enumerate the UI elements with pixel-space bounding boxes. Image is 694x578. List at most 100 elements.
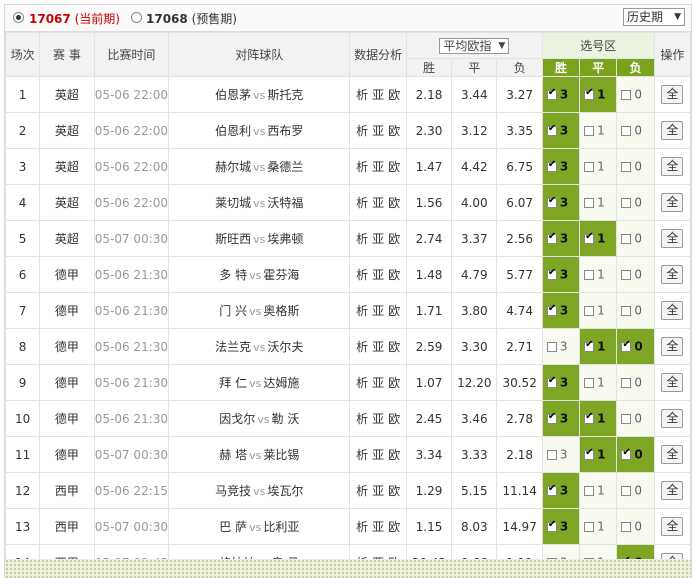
- analysis-link-ya[interactable]: 亚: [372, 376, 384, 390]
- pick-draw[interactable]: 1: [580, 293, 617, 329]
- current-period-radio[interactable]: [13, 12, 24, 23]
- select-all-button[interactable]: 全: [661, 265, 683, 284]
- pick-lose[interactable]: 0: [617, 329, 654, 365]
- analysis-link-ou[interactable]: 欧: [388, 376, 400, 390]
- home-team[interactable]: 伯恩利: [215, 124, 251, 138]
- pick-win[interactable]: 3: [542, 365, 579, 401]
- pick-lose[interactable]: 0: [617, 365, 654, 401]
- pick-draw[interactable]: 1: [580, 401, 617, 437]
- pick-draw[interactable]: 1: [580, 257, 617, 293]
- analysis-link-ya[interactable]: 亚: [372, 196, 384, 210]
- checkbox-icon[interactable]: [621, 234, 631, 244]
- select-all-button[interactable]: 全: [661, 481, 683, 500]
- away-team[interactable]: 霍芬海: [263, 268, 299, 282]
- home-team[interactable]: 巴 萨: [219, 520, 247, 534]
- analysis-link-ya[interactable]: 亚: [372, 448, 384, 462]
- checkbox-icon[interactable]: [584, 306, 594, 316]
- checkbox-icon[interactable]: [621, 486, 631, 496]
- analysis-link-ya[interactable]: 亚: [372, 160, 384, 174]
- analysis-link-xi[interactable]: 析: [356, 124, 368, 138]
- select-all-button[interactable]: 全: [661, 121, 683, 140]
- analysis-link-xi[interactable]: 析: [356, 484, 368, 498]
- pick-lose[interactable]: 0: [617, 509, 654, 545]
- analysis-link-xi[interactable]: 析: [356, 376, 368, 390]
- analysis-link-ya[interactable]: 亚: [372, 304, 384, 318]
- analysis-link-ya[interactable]: 亚: [372, 412, 384, 426]
- checkbox-icon[interactable]: [547, 486, 557, 496]
- checkbox-icon[interactable]: [584, 234, 594, 244]
- pick-lose[interactable]: 0: [617, 293, 654, 329]
- checkbox-icon[interactable]: [621, 198, 631, 208]
- checkbox-icon[interactable]: [584, 486, 594, 496]
- analysis-link-xi[interactable]: 析: [356, 520, 368, 534]
- analysis-link-ya[interactable]: 亚: [372, 88, 384, 102]
- select-all-button[interactable]: 全: [661, 337, 683, 356]
- pick-draw[interactable]: 1: [580, 329, 617, 365]
- pick-lose[interactable]: 0: [617, 221, 654, 257]
- home-team[interactable]: 法兰克: [215, 340, 251, 354]
- home-team[interactable]: 莱切城: [215, 196, 251, 210]
- checkbox-icon[interactable]: [584, 450, 594, 460]
- analysis-link-ou[interactable]: 欧: [388, 196, 400, 210]
- analysis-link-ya[interactable]: 亚: [372, 520, 384, 534]
- analysis-link-ou[interactable]: 欧: [388, 124, 400, 138]
- analysis-link-ya[interactable]: 亚: [372, 340, 384, 354]
- select-all-button[interactable]: 全: [661, 517, 683, 536]
- away-team[interactable]: 达姆施: [263, 376, 299, 390]
- checkbox-icon[interactable]: [584, 342, 594, 352]
- checkbox-icon[interactable]: [547, 234, 557, 244]
- away-team[interactable]: 埃瓦尔: [267, 484, 303, 498]
- analysis-link-ou[interactable]: 欧: [388, 340, 400, 354]
- checkbox-icon[interactable]: [584, 270, 594, 280]
- select-all-button[interactable]: 全: [661, 373, 683, 392]
- current-period-option[interactable]: 17067 (当前期): [29, 10, 120, 27]
- checkbox-icon[interactable]: [621, 378, 631, 388]
- analysis-link-xi[interactable]: 析: [356, 88, 368, 102]
- pick-win[interactable]: 3: [542, 473, 579, 509]
- pick-draw[interactable]: 1: [580, 185, 617, 221]
- analysis-link-ou[interactable]: 欧: [388, 88, 400, 102]
- analysis-link-xi[interactable]: 析: [356, 232, 368, 246]
- analysis-link-xi[interactable]: 析: [356, 448, 368, 462]
- checkbox-icon[interactable]: [547, 378, 557, 388]
- presale-period-radio[interactable]: [131, 12, 142, 23]
- analysis-link-ya[interactable]: 亚: [372, 268, 384, 282]
- pick-draw[interactable]: 1: [580, 77, 617, 113]
- away-team[interactable]: 沃特福: [267, 196, 303, 210]
- checkbox-icon[interactable]: [584, 414, 594, 424]
- pick-win[interactable]: 3: [542, 77, 579, 113]
- pick-lose[interactable]: 0: [617, 185, 654, 221]
- home-team[interactable]: 马竞技: [215, 484, 251, 498]
- checkbox-icon[interactable]: [547, 306, 557, 316]
- analysis-link-xi[interactable]: 析: [356, 340, 368, 354]
- odds-type-select[interactable]: 平均欧指 ▼: [439, 38, 509, 54]
- analysis-link-ou[interactable]: 欧: [388, 232, 400, 246]
- home-team[interactable]: 因戈尔: [219, 412, 255, 426]
- away-team[interactable]: 勒 沃: [272, 412, 300, 426]
- analysis-link-ou[interactable]: 欧: [388, 484, 400, 498]
- checkbox-icon[interactable]: [621, 306, 631, 316]
- analysis-link-ou[interactable]: 欧: [388, 160, 400, 174]
- checkbox-icon[interactable]: [584, 522, 594, 532]
- checkbox-icon[interactable]: [621, 342, 631, 352]
- select-all-button[interactable]: 全: [661, 85, 683, 104]
- history-period-select[interactable]: 历史期 ▼: [623, 8, 685, 26]
- home-team[interactable]: 斯旺西: [215, 232, 251, 246]
- analysis-link-xi[interactable]: 析: [356, 412, 368, 426]
- checkbox-icon[interactable]: [547, 162, 557, 172]
- home-team[interactable]: 拜 仁: [219, 376, 247, 390]
- analysis-link-ya[interactable]: 亚: [372, 232, 384, 246]
- home-team[interactable]: 多 特: [219, 268, 247, 282]
- pick-draw[interactable]: 1: [580, 365, 617, 401]
- checkbox-icon[interactable]: [584, 162, 594, 172]
- checkbox-icon[interactable]: [547, 522, 557, 532]
- away-team[interactable]: 埃弗顿: [267, 232, 303, 246]
- checkbox-icon[interactable]: [621, 450, 631, 460]
- pick-win[interactable]: 3: [542, 221, 579, 257]
- analysis-link-xi[interactable]: 析: [356, 196, 368, 210]
- away-team[interactable]: 斯托克: [267, 88, 303, 102]
- pick-win[interactable]: 3: [542, 437, 579, 473]
- away-team[interactable]: 莱比锡: [263, 448, 299, 462]
- home-team[interactable]: 门 兴: [219, 304, 247, 318]
- checkbox-icon[interactable]: [547, 90, 557, 100]
